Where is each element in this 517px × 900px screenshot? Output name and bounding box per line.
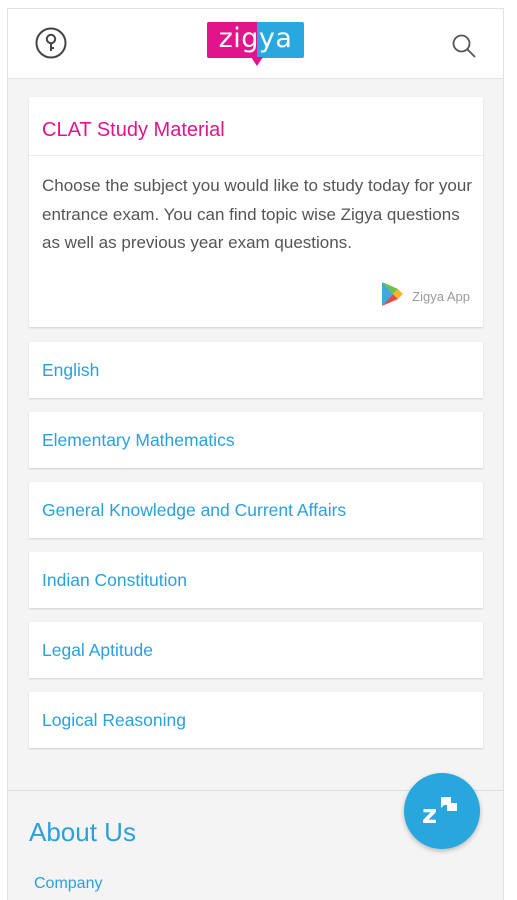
app-badge-label: Zigya App — [412, 288, 470, 304]
subject-label: General Knowledge and Current Affairs — [42, 500, 347, 520]
logo-speech-tail — [251, 57, 263, 66]
subject-label: Indian Constitution — [42, 570, 187, 590]
subject-general-knowledge[interactable]: General Knowledge and Current Affairs — [29, 482, 483, 538]
subject-indian-constitution[interactable]: Indian Constitution — [29, 552, 483, 608]
app-frame: zigya CLAT Study Material Choose the sub… — [7, 8, 504, 900]
subject-label: Elementary Mathematics — [42, 430, 235, 450]
subject-legal-aptitude[interactable]: Legal Aptitude — [29, 622, 483, 678]
card-description: Choose the subject you would like to stu… — [42, 176, 472, 252]
card-divider — [29, 155, 483, 156]
key-circle-icon[interactable] — [34, 26, 68, 60]
zigya-chat-button[interactable]: z — [404, 773, 480, 849]
subject-label: Logical Reasoning — [42, 710, 186, 730]
svg-text:z: z — [422, 800, 437, 830]
card-title: CLAT Study Material — [42, 119, 225, 141]
study-material-card: CLAT Study Material Choose the subject y… — [29, 97, 483, 327]
company-link[interactable]: Company — [34, 875, 102, 893]
zigya-logo[interactable]: zigya — [207, 22, 304, 68]
subject-elementary-mathematics[interactable]: Elementary Mathematics — [29, 412, 483, 468]
subject-logical-reasoning[interactable]: Logical Reasoning — [29, 692, 483, 748]
search-icon[interactable] — [451, 33, 477, 59]
zigya-app-link[interactable]: Zigya App — [380, 281, 470, 312]
about-us-heading: About Us — [29, 817, 136, 847]
logo-text: zigya — [218, 23, 293, 54]
subject-english[interactable]: English — [29, 342, 483, 398]
play-store-icon — [380, 281, 404, 312]
subject-label: English — [42, 360, 100, 380]
subject-label: Legal Aptitude — [42, 640, 153, 660]
top-header: zigya — [8, 9, 503, 79]
